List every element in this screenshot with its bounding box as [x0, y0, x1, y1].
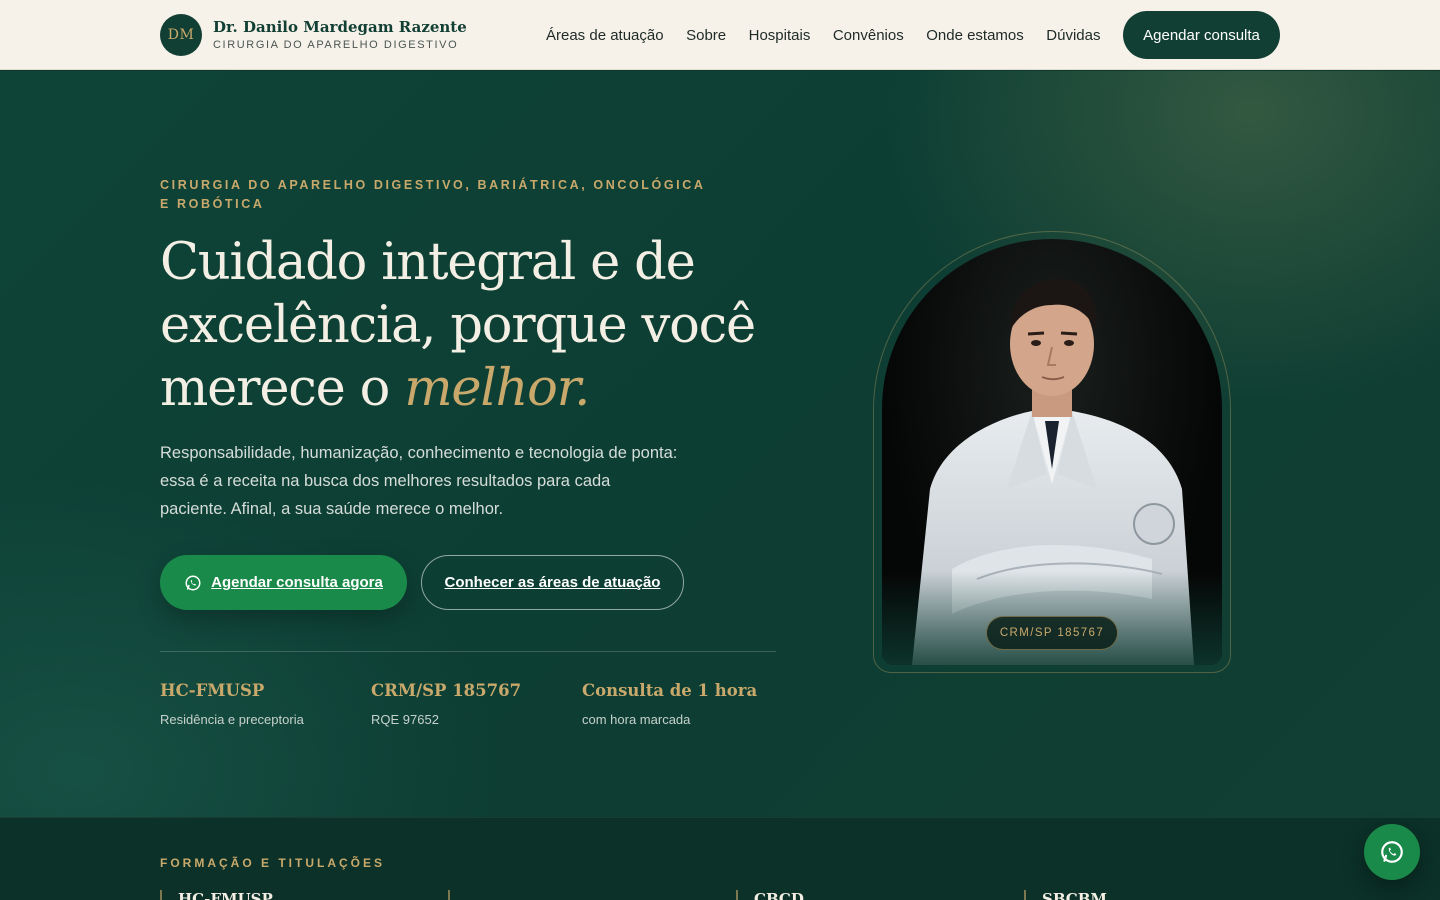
doctor-portrait [882, 239, 1222, 665]
nav-item-onde-estamos[interactable]: Onde estamos [926, 27, 1024, 44]
stat-consultation: Consulta de 1 hora com hora marcada [582, 681, 757, 727]
hero-lead: Responsabilidade, humanização, conhecime… [160, 444, 678, 518]
nav-item-duvidas[interactable]: Dúvidas [1046, 27, 1100, 44]
whatsapp-icon [1381, 841, 1403, 863]
brand-name: Dr. Danilo Mardegam Razente [213, 17, 467, 36]
credential-item [448, 890, 466, 900]
stat-crm: CRM/SP 185767 RQE 97652 [371, 681, 521, 727]
credential-item: HC-FMUSP [160, 890, 273, 900]
hero-eyebrow: CIRURGIA DO APARELHO DIGESTIVO, BARIÁTRI… [160, 178, 706, 211]
headline-line-2: excelência, porque você [160, 296, 756, 355]
schedule-appointment-button[interactable]: Agendar consulta [1123, 11, 1280, 59]
nav-item-areas[interactable]: Áreas de atuação [546, 27, 664, 44]
stat-subtitle: Residência e preceptoria [160, 712, 304, 727]
doctor-portrait-illustration [882, 239, 1222, 665]
credentials-eyebrow: FORMAÇÃO E TITULAÇÕES [160, 856, 385, 870]
schedule-now-button[interactable]: Agendar consulta agora [160, 555, 407, 610]
whatsapp-float-button[interactable] [1364, 824, 1420, 880]
credentials-section: FORMAÇÃO E TITULAÇÕES HC-FMUSP CBCD SBCB… [0, 817, 1440, 900]
brand-subtitle: CIRURGIA DO APARELHO DIGESTIVO [213, 38, 459, 51]
site-header: DM Dr. Danilo Mardegam Razente CIRURGIA … [0, 0, 1440, 70]
hero-headline: Cuidado integral e de excelência, porque… [160, 231, 800, 420]
credential-item: SBCBM [1024, 890, 1107, 900]
brand-monogram: DM [160, 14, 202, 56]
schedule-now-label: Agendar consulta agora [211, 574, 383, 591]
nav-item-hospitais[interactable]: Hospitais [749, 27, 811, 44]
whatsapp-icon [185, 575, 201, 590]
stat-title: CRM/SP 185767 [371, 681, 522, 700]
headline-accent: melhor. [404, 359, 590, 418]
crm-badge: CRM/SP 185767 [986, 616, 1118, 650]
main-nav: Áreas de atuação Sobre Hospitais Convêni… [546, 0, 1100, 70]
stat-title: HC-FMUSP [160, 681, 265, 700]
stat-subtitle: com hora marcada [582, 712, 691, 727]
brand-logo[interactable]: DM Dr. Danilo Mardegam Razente CIRURGIA … [160, 14, 467, 56]
headline-line-1: Cuidado integral e de [160, 233, 696, 292]
headline-line-3: merece o [160, 359, 390, 418]
hero-section: CIRURGIA DO APARELHO DIGESTIVO, BARIÁTRI… [0, 71, 1440, 817]
nav-item-sobre[interactable]: Sobre [686, 27, 726, 44]
hero-divider [160, 651, 776, 652]
credential-item: CBCD [736, 890, 804, 900]
nav-item-convenios[interactable]: Convênios [833, 27, 904, 44]
stat-subtitle: RQE 97652 [371, 712, 439, 727]
explore-areas-button[interactable]: Conhecer as áreas de atuação [421, 555, 684, 610]
stat-title: Consulta de 1 hora [582, 681, 758, 700]
stat-residency: HC-FMUSP Residência e preceptoria [160, 681, 304, 727]
